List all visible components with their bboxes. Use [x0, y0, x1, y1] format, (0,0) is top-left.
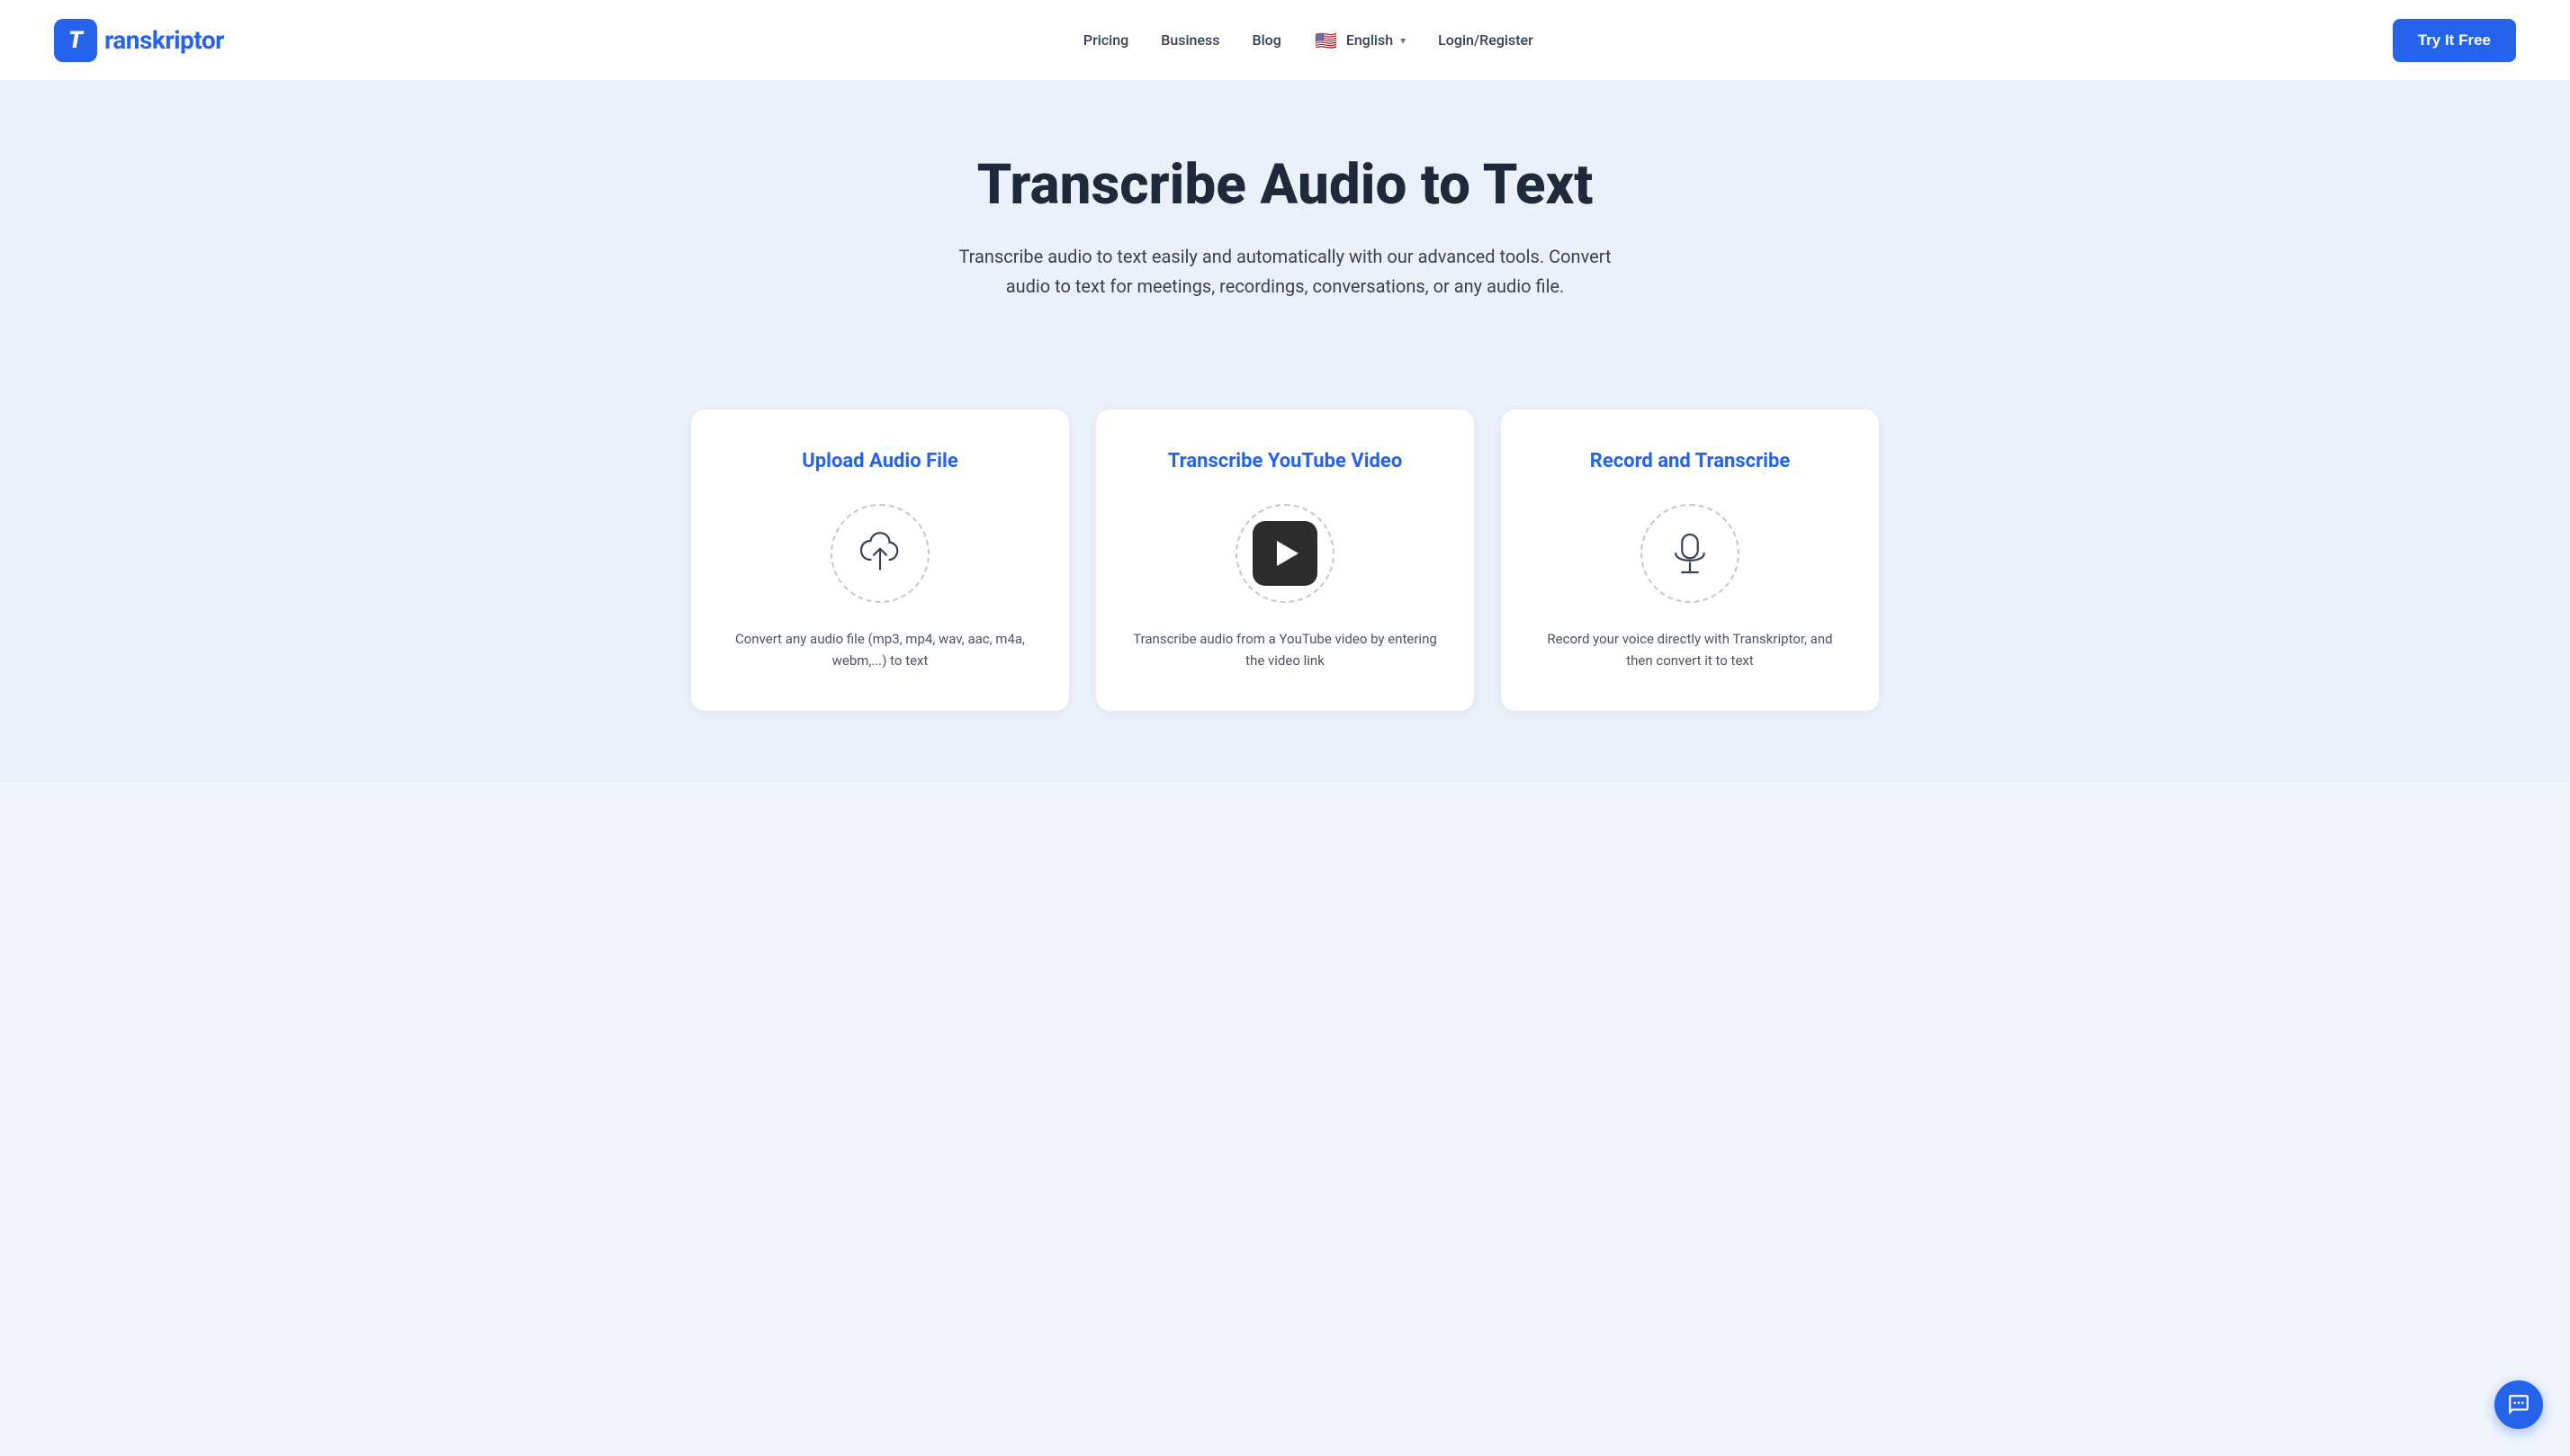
record-card-title: Record and Transcribe	[1590, 449, 1791, 475]
logo-name-text: ranskriptor	[104, 25, 224, 55]
header: T ranskriptor Pricing Business Blog 🇺🇸 E…	[0, 0, 2570, 81]
upload-cloud-icon	[855, 528, 905, 579]
cards-section: Upload Audio File Convert any audio file…	[0, 409, 2570, 783]
main-nav: Pricing Business Blog 🇺🇸 English ▾ Login…	[1083, 28, 1533, 53]
logo-icon: T	[54, 19, 97, 62]
chevron-down-icon: ▾	[1400, 34, 1406, 47]
record-card-desc: Record your voice directly with Transkri…	[1533, 628, 1847, 671]
try-free-button[interactable]: Try It Free	[2393, 19, 2516, 62]
nav-pricing[interactable]: Pricing	[1083, 31, 1128, 49]
logo-text: ranskriptor	[104, 25, 224, 55]
hero-title: Transcribe Audio to Text	[54, 153, 2516, 217]
upload-card[interactable]: Upload Audio File Convert any audio file…	[691, 409, 1069, 711]
language-label: English	[1346, 31, 1393, 49]
language-selector[interactable]: 🇺🇸 English ▾	[1314, 28, 1406, 53]
upload-card-title: Upload Audio File	[802, 449, 957, 475]
flag-icon: 🇺🇸	[1314, 28, 1339, 53]
youtube-card[interactable]: Transcribe YouTube Video Transcribe audi…	[1096, 409, 1474, 711]
youtube-icon-wrapper	[1236, 504, 1334, 603]
mic-icon-wrapper	[1640, 504, 1739, 603]
chat-icon	[2507, 1393, 2530, 1416]
hero-subtitle: Transcribe audio to text easily and auto…	[943, 242, 1627, 301]
upload-icon-wrapper	[831, 504, 930, 603]
upload-card-desc: Convert any audio file (mp3, mp4, wav, a…	[723, 628, 1037, 671]
record-card[interactable]: Record and Transcribe Record your voice …	[1501, 409, 1879, 711]
microphone-icon	[1665, 528, 1715, 579]
login-register-link[interactable]: Login/Register	[1438, 31, 1533, 49]
youtube-card-title: Transcribe YouTube Video	[1168, 449, 1403, 475]
youtube-play-icon	[1253, 521, 1317, 586]
logo[interactable]: T ranskriptor	[54, 19, 224, 62]
youtube-card-desc: Transcribe audio from a YouTube video by…	[1128, 628, 1442, 671]
hero-section: Transcribe Audio to Text Transcribe audi…	[0, 81, 2570, 409]
nav-blog[interactable]: Blog	[1253, 31, 1281, 49]
chat-support-button[interactable]	[2494, 1380, 2543, 1429]
nav-business[interactable]: Business	[1161, 31, 1219, 49]
